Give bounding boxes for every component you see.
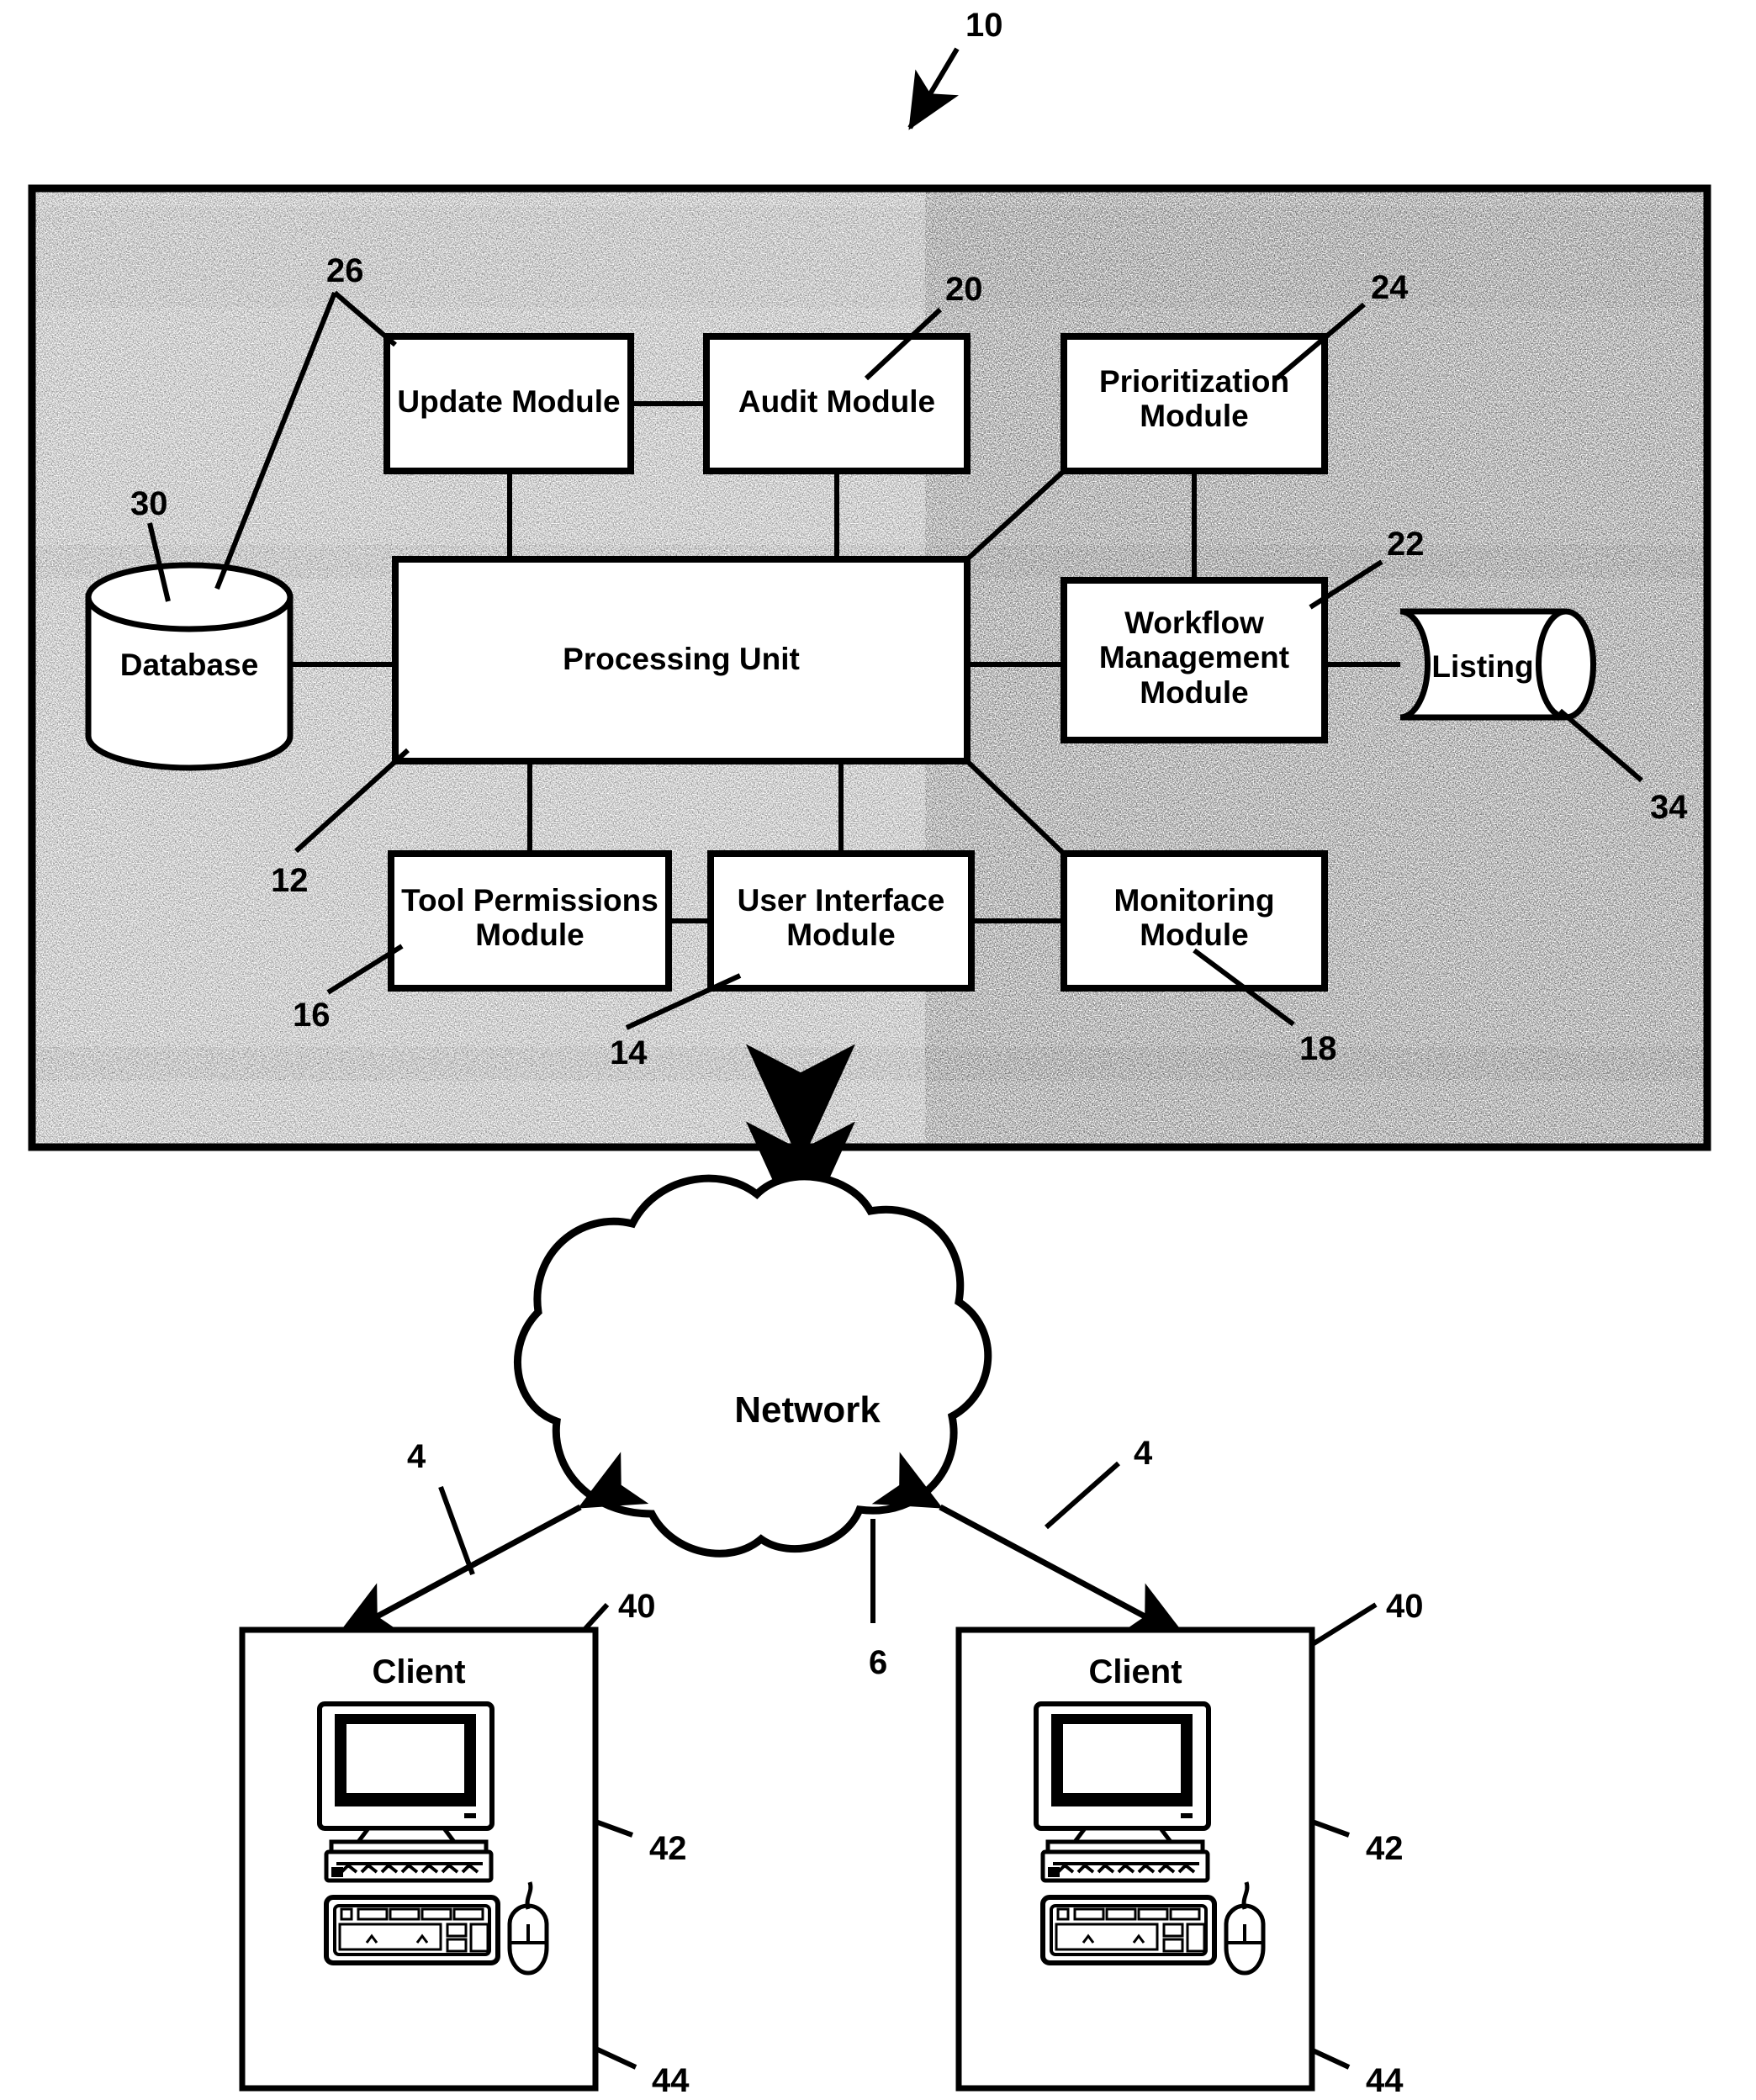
ref-numeral-20: 20: [945, 271, 983, 308]
cylinder-label-database: Database: [119, 648, 259, 682]
ref-numeral-40-left: 40: [618, 1588, 656, 1625]
ref-numeral-6: 6: [869, 1644, 888, 1681]
ref-numeral-14: 14: [610, 1034, 648, 1071]
module-label-processing-unit: Processing Unit: [563, 642, 800, 676]
ref-numeral-10: 10: [965, 7, 1003, 44]
ref-numeral-44-left: 44: [652, 2062, 690, 2099]
ref-numeral-44-right: 44: [1366, 2062, 1404, 2099]
ref-numeral-42-right: 42: [1366, 1830, 1404, 1867]
ref-numeral-30: 30: [130, 485, 168, 522]
ref-numeral-26: 26: [326, 252, 364, 289]
module-label-update: Update Module: [397, 384, 621, 419]
module-label-workflow: Workflow Management Module: [1098, 606, 1290, 710]
client-box-left: [239, 1627, 599, 2092]
module-label-user-interface: User Interface Module: [737, 883, 945, 953]
workstation-left: [317, 1701, 549, 1976]
ref-numeral-40-right: 40: [1386, 1588, 1424, 1625]
module-label-audit: Audit Module: [738, 384, 936, 419]
ref-numeral-12: 12: [271, 862, 309, 899]
module-label-monitoring: Monitoring Module: [1113, 883, 1275, 953]
network-cloud: [513, 1172, 992, 1558]
ref-numeral-34: 34: [1650, 789, 1688, 826]
client-leader-lines: [438, 1461, 1378, 2070]
ref-numeral-42-left: 42: [649, 1830, 687, 1867]
cylinder-label-listing: Listing: [1431, 649, 1534, 684]
ref-numeral-22: 22: [1387, 526, 1425, 563]
figure-canvas: [28, 47, 1711, 2092]
client-boxes: [239, 1627, 1315, 2092]
ref-numeral-4-left: 4: [407, 1438, 426, 1475]
workstation-right: [1034, 1701, 1266, 1976]
client-link-arrows: [333, 1452, 1189, 1642]
module-label-tool-permissions: Tool Permissions Module: [401, 883, 658, 953]
ref-numeral-18: 18: [1299, 1030, 1337, 1067]
client-label-right: Client: [1088, 1653, 1182, 1690]
client-label-left: Client: [372, 1653, 466, 1690]
network-label: Network: [734, 1389, 881, 1431]
module-label-prioritization: Prioritization Module: [1098, 364, 1290, 434]
patent-figure: Update Module Audit Module Prioritizatio…: [0, 0, 1756, 2099]
ref-numeral-24: 24: [1371, 269, 1409, 306]
ref-numeral-16: 16: [293, 997, 331, 1034]
ref-numeral-4-right: 4: [1134, 1435, 1153, 1472]
client-box-right: [955, 1627, 1315, 2092]
